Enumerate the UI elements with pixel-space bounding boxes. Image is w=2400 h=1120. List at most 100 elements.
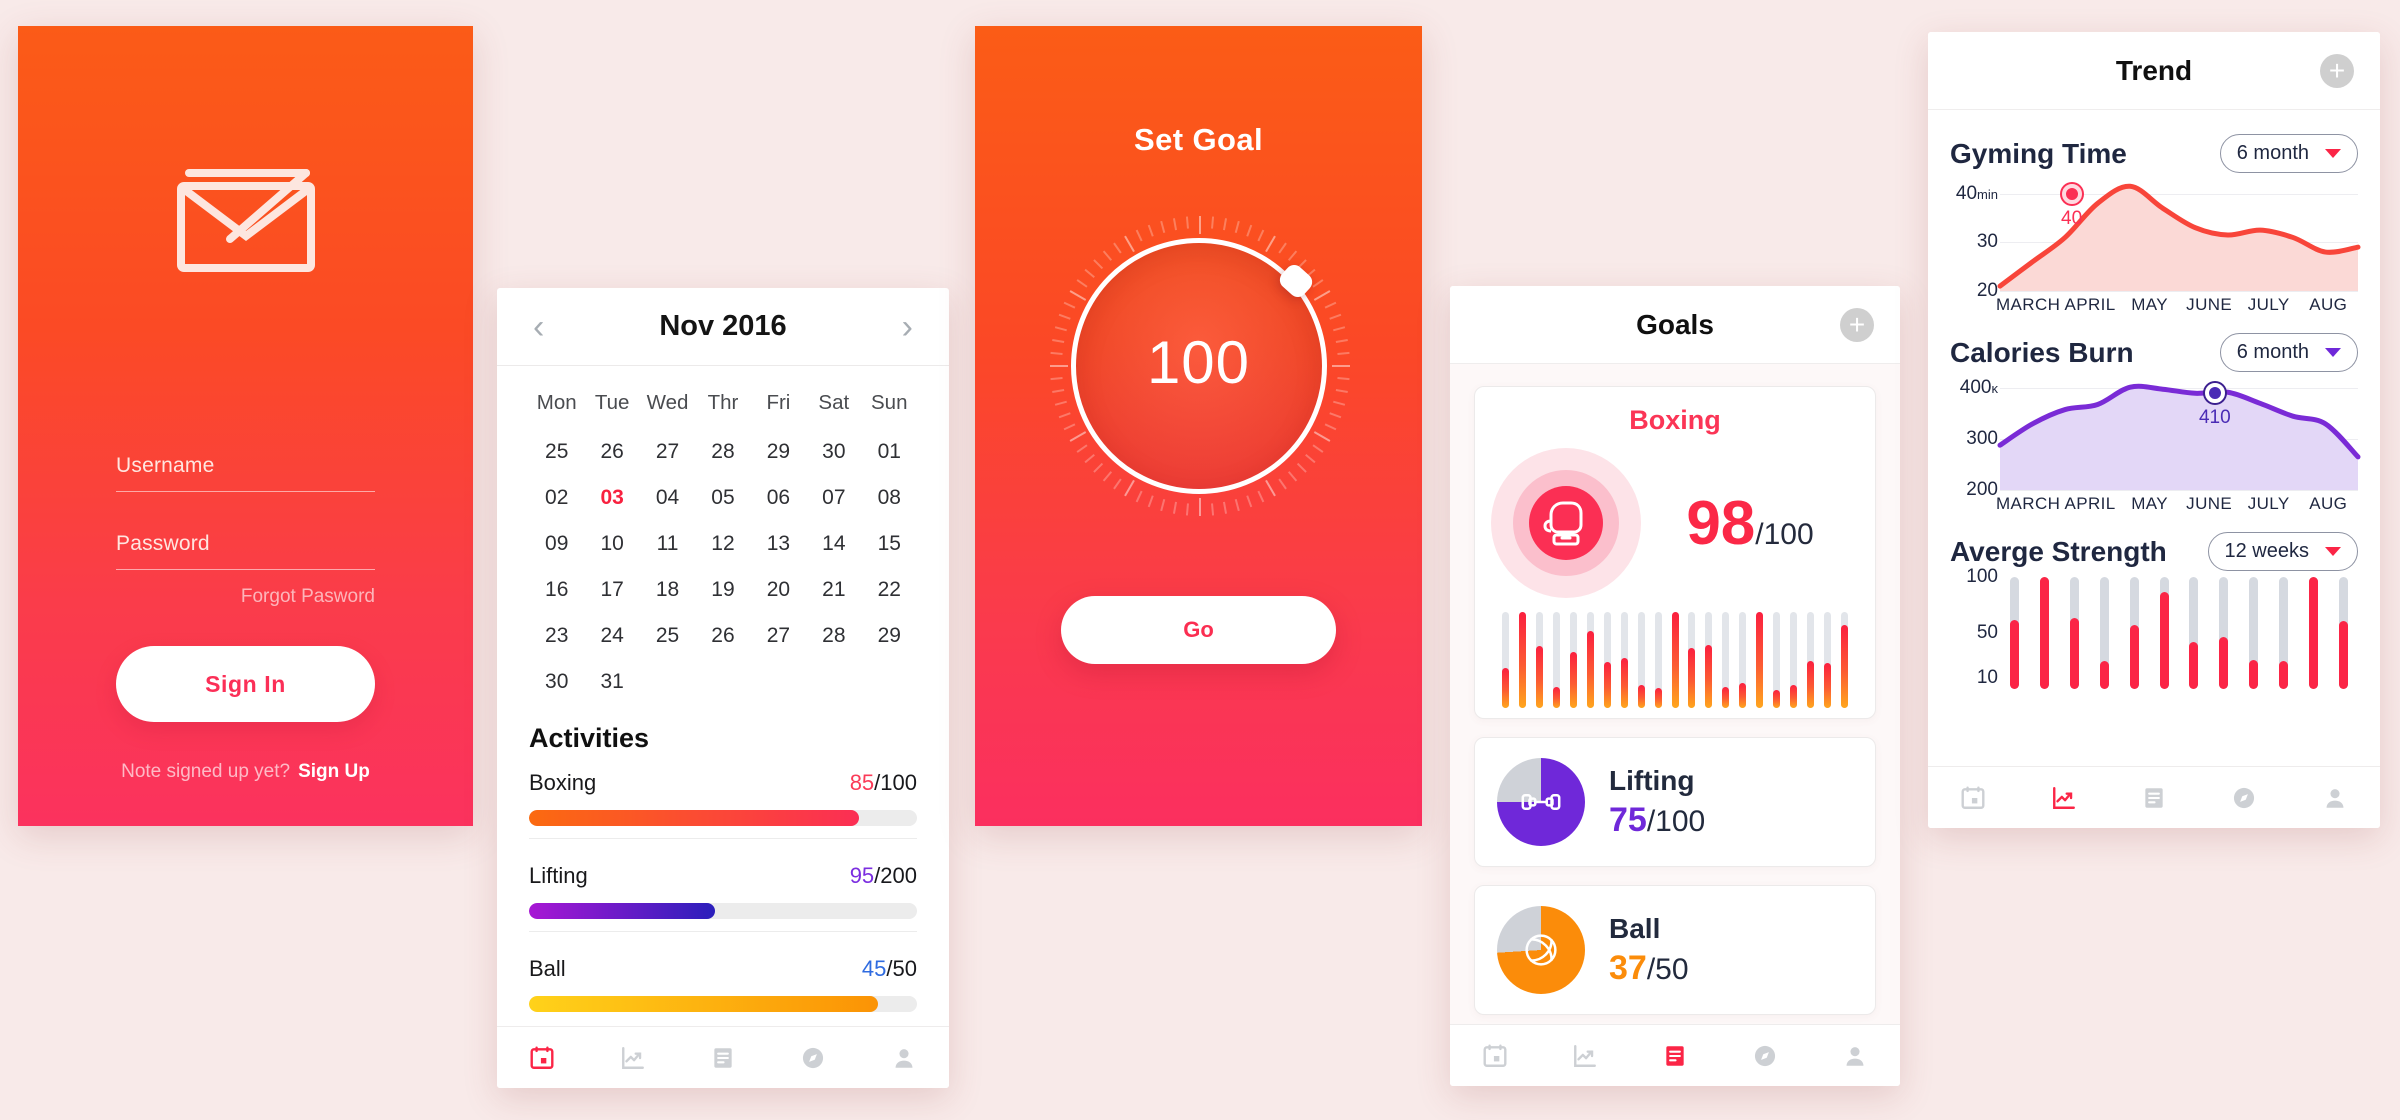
calendar-day[interactable]: 06: [751, 475, 806, 521]
calendar-day[interactable]: 04: [640, 475, 695, 521]
calendar-day[interactable]: 20: [751, 567, 806, 613]
calendar-day[interactable]: 14: [806, 521, 861, 567]
activity-value: 85/100: [849, 770, 917, 795]
calendar-day[interactable]: 30: [806, 429, 861, 475]
dial-tick: [1083, 268, 1095, 279]
dial-tick: [1147, 224, 1154, 237]
nav-document[interactable]: [678, 1045, 768, 1071]
calendar-day[interactable]: 26: [584, 429, 639, 475]
calendar-day[interactable]: 19: [695, 567, 750, 613]
x-tick: JULY: [2247, 295, 2290, 314]
nav-chart-line[interactable]: [1540, 1043, 1630, 1069]
activity-row[interactable]: Ball 45/50: [529, 931, 917, 1024]
calendar-dow-3: Thr: [707, 391, 739, 414]
mini-bar: [1650, 612, 1667, 708]
calendar-day[interactable]: 11: [640, 521, 695, 567]
bar: [2060, 577, 2090, 689]
dial-tick: [1058, 412, 1071, 419]
calendar-day[interactable]: 09: [529, 521, 584, 567]
range-dropdown[interactable]: 12 weeks: [2207, 532, 2358, 571]
nav-person[interactable]: [859, 1045, 949, 1071]
nav-person[interactable]: [1810, 1043, 1900, 1069]
calendar-day[interactable]: 24: [584, 613, 639, 659]
nav-person[interactable]: [2290, 785, 2380, 811]
calendar-day[interactable]: 01: [862, 429, 917, 475]
sign-in-button[interactable]: Sign In: [116, 646, 375, 722]
bar: [2149, 577, 2179, 689]
dial-tick: [1296, 462, 1307, 473]
go-button[interactable]: Go: [1061, 596, 1336, 664]
mini-bar: [1514, 612, 1531, 708]
range-dropdown[interactable]: 6 month: [2219, 134, 2358, 173]
calendar-day[interactable]: 31: [584, 659, 639, 705]
nav-chart-line[interactable]: [2018, 785, 2108, 811]
plus-icon[interactable]: +: [2320, 53, 2354, 88]
calendar-day[interactable]: 29: [751, 429, 806, 475]
goal-card[interactable]: Ball 37/50: [1474, 885, 1876, 1015]
chevron-right-icon[interactable]: ›: [896, 310, 919, 344]
calendar-day[interactable]: 21: [806, 567, 861, 613]
calendar-day[interactable]: 10: [584, 521, 639, 567]
goals-screen: Goals + Boxing 98/100 Lifting 75/100 Bal…: [1450, 286, 1900, 1086]
calendar-day[interactable]: 07: [806, 475, 861, 521]
calendar-day[interactable]: 16: [529, 567, 584, 613]
activity-row[interactable]: Boxing 85/100: [529, 770, 917, 838]
goal-card[interactable]: Lifting 75/100: [1474, 737, 1876, 867]
trend-body: Gyming Time 6 month 40min 30 20 40 MARCH…: [1928, 110, 2380, 689]
nav-calendar[interactable]: [497, 1045, 587, 1071]
goal-card-featured[interactable]: Boxing 98/100: [1474, 386, 1876, 719]
plus-icon[interactable]: +: [1840, 307, 1874, 342]
dial-tick: [1159, 220, 1165, 233]
nav-compass[interactable]: [2199, 785, 2289, 811]
nav-calendar[interactable]: [1928, 785, 2018, 811]
chevron-left-icon[interactable]: ‹: [527, 310, 550, 344]
sign-up-link[interactable]: Sign Up: [298, 761, 370, 782]
password-input[interactable]: Password: [116, 532, 375, 570]
nav-compass[interactable]: [768, 1045, 858, 1071]
chart-averge_strength: 100 50 10: [1950, 566, 2358, 689]
calendar-day[interactable]: 13: [751, 521, 806, 567]
dial-tick: [1222, 501, 1227, 514]
nav-document[interactable]: [1630, 1043, 1720, 1069]
range-dropdown[interactable]: 6 month: [2219, 333, 2358, 372]
activity-name: Boxing: [529, 770, 597, 795]
calendar-day[interactable]: 08: [862, 475, 917, 521]
calendar-dow-1: Tue: [594, 391, 630, 414]
username-input[interactable]: Username: [116, 454, 375, 492]
forgot-password-link[interactable]: Forgot Pasword: [116, 586, 375, 608]
calendar-day[interactable]: 30: [529, 659, 584, 705]
calendar-day[interactable]: 22: [862, 567, 917, 613]
calendar-day[interactable]: 26: [695, 613, 750, 659]
dial-tick: [1058, 313, 1071, 320]
calendar-day[interactable]: 28: [695, 429, 750, 475]
calendar-day[interactable]: 02: [529, 475, 584, 521]
dial-tick: [1185, 503, 1189, 516]
activity-row[interactable]: Lifting 95/200: [529, 838, 917, 931]
calendar-day[interactable]: 29: [862, 613, 917, 659]
nav-chart-line[interactable]: [587, 1045, 677, 1071]
calendar-day[interactable]: 25: [529, 429, 584, 475]
calendar-day[interactable]: 17: [584, 567, 639, 613]
month-label: Nov 2016: [659, 310, 787, 342]
calendar-day[interactable]: 25: [640, 613, 695, 659]
calendar-day[interactable]: 05: [695, 475, 750, 521]
dial-tick: [1287, 250, 1297, 261]
calendar-day[interactable]: 15: [862, 521, 917, 567]
mini-bar: [1802, 612, 1819, 708]
bar: [2298, 577, 2328, 689]
calendar-day[interactable]: 28: [806, 613, 861, 659]
calendar-day[interactable]: 27: [751, 613, 806, 659]
calendar-day[interactable]: 27: [640, 429, 695, 475]
nav-calendar[interactable]: [1450, 1043, 1540, 1069]
mini-bar: [1836, 612, 1853, 708]
nav-document[interactable]: [2109, 785, 2199, 811]
nav-compass[interactable]: [1720, 1043, 1810, 1069]
calendar-day[interactable]: 03: [584, 475, 639, 521]
calendar-day[interactable]: 23: [529, 613, 584, 659]
data-point-marker[interactable]: [2061, 183, 2082, 204]
calendar-day[interactable]: 12: [695, 521, 750, 567]
goal-dial[interactable]: 100: [1049, 216, 1350, 516]
data-point-marker[interactable]: [2204, 383, 2225, 404]
signup-row: Note signed up yet? Sign Up: [18, 761, 473, 783]
calendar-day[interactable]: 18: [640, 567, 695, 613]
